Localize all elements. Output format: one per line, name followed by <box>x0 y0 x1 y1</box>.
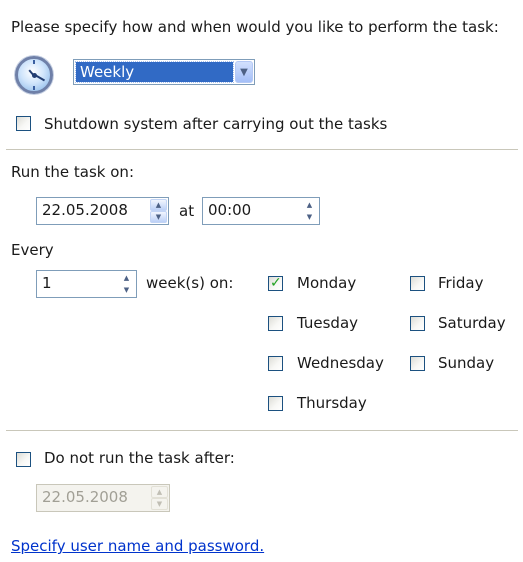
do-not-run-after-checkbox[interactable] <box>16 452 31 467</box>
wednesday-checkbox[interactable] <box>268 356 283 371</box>
do-not-run-after-label: Do not run the task after: <box>44 449 235 467</box>
spin-up-down-icon[interactable]: ▲ ▼ <box>150 199 167 223</box>
run-date-field[interactable]: 22.05.2008 ▲ ▼ <box>36 197 169 225</box>
every-label: Every <box>11 241 54 259</box>
day-label-tuesday: Tuesday <box>297 314 359 332</box>
day-label-sunday: Sunday <box>438 354 495 372</box>
run-time-value: 00:00 <box>208 201 252 219</box>
spin-up-down-icon: ▲ ▼ <box>151 486 168 510</box>
friday-checkbox[interactable] <box>410 276 425 291</box>
chevron-down-icon[interactable]: ▼ <box>235 61 253 83</box>
specify-credentials-link[interactable]: Specify user name and password. <box>11 537 264 555</box>
separator <box>6 430 518 432</box>
day-label-friday: Friday <box>438 274 484 292</box>
schedule-type-value: Weekly <box>75 61 234 83</box>
every-weeks-stepper[interactable]: 1 ▲ ▼ <box>36 270 137 298</box>
day-label-wednesday: Wednesday <box>297 354 384 372</box>
shutdown-checkbox[interactable] <box>16 116 31 131</box>
thursday-checkbox[interactable] <box>268 396 283 411</box>
spin-up-down-icon[interactable]: ▲ ▼ <box>118 272 135 296</box>
day-label-thursday: Thursday <box>297 394 367 412</box>
at-label: at <box>179 202 195 220</box>
shutdown-label: Shutdown system after carrying out the t… <box>44 115 388 133</box>
spin-up-down-icon[interactable]: ▲ ▼ <box>301 199 318 223</box>
instruction-text: Please specify how and when would you li… <box>11 18 499 36</box>
clock-icon <box>15 56 53 94</box>
separator <box>6 149 518 151</box>
check-mark-icon: ✓ <box>270 275 282 291</box>
saturday-checkbox[interactable] <box>410 316 425 331</box>
schedule-type-select[interactable]: Weekly ▼ <box>73 59 255 85</box>
sunday-checkbox[interactable] <box>410 356 425 371</box>
run-date-value: 22.05.2008 <box>42 201 128 219</box>
day-label-saturday: Saturday <box>438 314 506 332</box>
run-time-field[interactable]: 00:00 ▲ ▼ <box>202 197 320 225</box>
run-on-label: Run the task on: <box>11 163 134 181</box>
weeks-on-label: week(s) on: <box>146 274 234 292</box>
tuesday-checkbox[interactable] <box>268 316 283 331</box>
end-date-value: 22.05.2008 <box>42 488 128 506</box>
day-label-monday: Monday <box>297 274 357 292</box>
end-date-field[interactable]: 22.05.2008 ▲ ▼ <box>36 484 170 512</box>
monday-checkbox[interactable]: ✓ <box>268 275 283 291</box>
every-weeks-value: 1 <box>42 274 52 292</box>
